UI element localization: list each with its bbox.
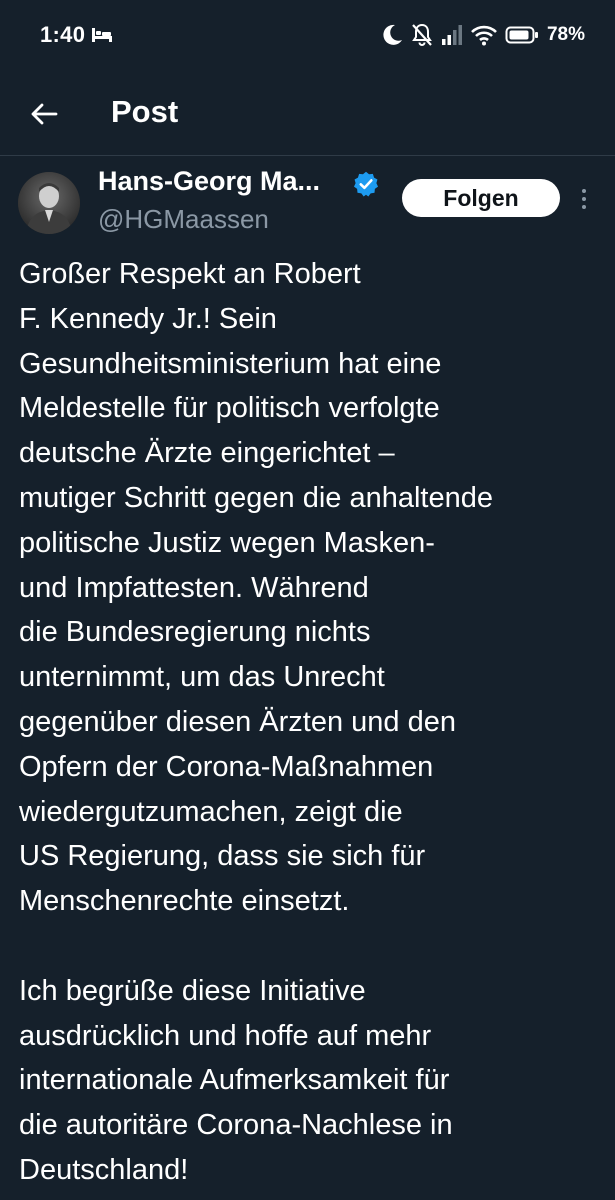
post-line: Deutschland! xyxy=(19,1153,189,1186)
more-vertical-icon-dot xyxy=(582,189,586,193)
post-line: deutsche Ärzte eingerichtet – xyxy=(19,437,395,470)
author-handle[interactable]: @HGMaassen xyxy=(98,204,269,235)
post-screen: 1:40 78% Post Hans-Georg Ma... @HGMaasse… xyxy=(0,0,615,1200)
post-line: internationale Aufmerksamkeit für xyxy=(19,1064,450,1097)
app-header: Post xyxy=(0,72,615,156)
status-bar: 1:40 78% xyxy=(0,0,615,72)
post-line: Menschenrechte einsetzt. xyxy=(19,885,350,918)
avatar[interactable] xyxy=(18,172,80,234)
status-icons: 78% xyxy=(383,22,585,48)
post-line: ausdrücklich und hoffe auf mehr xyxy=(19,1019,432,1052)
post-line: Meldestelle für politisch verfolgte xyxy=(19,392,440,425)
post-line: Ich begrüße diese Initiative xyxy=(19,974,366,1007)
signal-icon xyxy=(441,25,462,45)
battery-icon xyxy=(505,26,538,44)
post-line: die autoritäre Corona-Nachlese in xyxy=(19,1109,453,1142)
arrow-left-icon xyxy=(31,103,58,125)
post-line: F. Kennedy Jr.! Sein xyxy=(19,302,277,335)
more-vertical-icon-dot xyxy=(582,197,586,201)
author-row: Hans-Georg Ma... @HGMaassen Folgen xyxy=(0,160,615,248)
author-name[interactable]: Hans-Georg Ma... xyxy=(98,166,320,197)
wifi-icon xyxy=(471,25,497,46)
bed-icon xyxy=(92,28,112,42)
post-line: die Bundesregierung nichts xyxy=(19,616,371,649)
back-button[interactable] xyxy=(22,92,66,136)
post-line: unternimmt, um das Unrecht xyxy=(19,661,385,694)
follow-button[interactable]: Folgen xyxy=(402,179,560,217)
more-options-button[interactable] xyxy=(572,184,596,214)
page-title: Post xyxy=(111,94,179,129)
post-line: wiedergutzumachen, zeigt die xyxy=(19,795,403,828)
post-text: Großer Respekt an Robert F. Kennedy Jr.!… xyxy=(19,252,604,1193)
status-time: 1:40 xyxy=(40,22,86,47)
post-line: US Regierung, dass sie sich für xyxy=(19,840,426,873)
post-line: Großer Respekt an Robert xyxy=(19,258,361,290)
post-line: mutiger Schritt gegen die anhaltende xyxy=(19,481,493,514)
avatar-image xyxy=(18,172,80,234)
post-line: Gesundheitsministerium hat eine xyxy=(19,347,442,380)
moon-icon xyxy=(383,24,402,45)
more-vertical-icon-dot xyxy=(582,205,586,209)
post-line: Opfern der Corona-Maßnahmen xyxy=(19,750,434,783)
post-line: und Impfattesten. Während xyxy=(19,571,369,604)
post-line: politische Justiz wegen Masken- xyxy=(19,526,435,559)
verified-badge-icon xyxy=(353,171,379,197)
bell-off-icon xyxy=(412,23,432,46)
battery-percent: 78% xyxy=(546,24,585,45)
post-line: gegenüber diesen Ärzten und den xyxy=(19,705,456,738)
